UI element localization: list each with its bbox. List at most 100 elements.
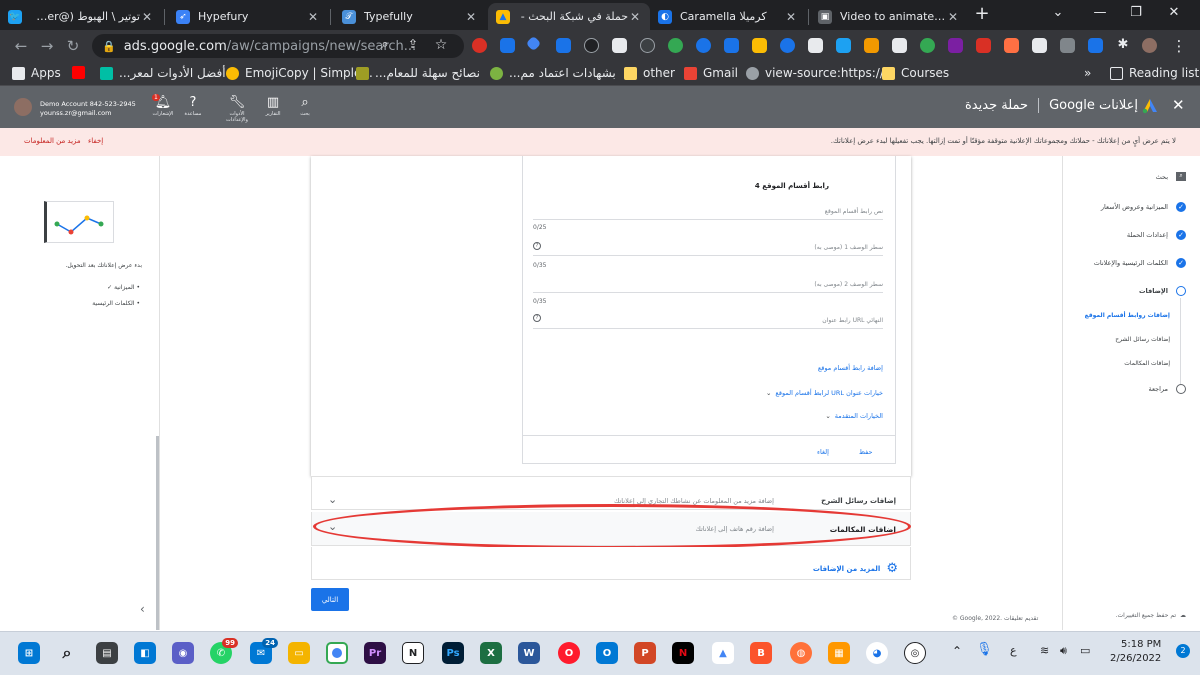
description-1-input[interactable]: سطر الوصف 1 (موصى به)	[533, 244, 883, 256]
bookmark-folder-courses[interactable]: Courses	[882, 66, 949, 80]
whatsapp-icon[interactable]: ✆ 99	[210, 638, 238, 664]
close-icon[interactable]: ✕	[784, 10, 798, 24]
tab-twitter[interactable]: 🐦 توتير \ الهبوط (@anszaher ✕	[0, 3, 162, 30]
extension-icon[interactable]	[808, 38, 823, 53]
final-url-input[interactable]: رابط عنوان URL النهائي	[533, 317, 883, 329]
app-icon[interactable]: ▦	[828, 642, 850, 664]
extension-icon[interactable]	[724, 38, 739, 53]
extension-icon[interactable]	[472, 38, 487, 53]
menu-kebab-icon[interactable]: ⋮	[1170, 37, 1188, 55]
extension-icon[interactable]	[780, 38, 795, 53]
bookmark-tips[interactable]: نصائح سهلة للمعام...	[356, 66, 480, 80]
extension-icon[interactable]	[976, 38, 991, 53]
notification-center-badge[interactable]: 2	[1176, 644, 1190, 658]
bookmark-youtube[interactable]	[72, 66, 91, 79]
tab-google-ads[interactable]: ▲ حملة في شبكة البحث - ✕	[488, 3, 650, 30]
wifi-icon[interactable]: ≋	[1040, 644, 1049, 657]
clock[interactable]: 5:18 PM 2/26/2022	[1110, 638, 1161, 666]
outlook-icon[interactable]: O	[596, 642, 618, 664]
nav-budget[interactable]: الميزانية وعروض الأسعار ✓	[1101, 202, 1186, 212]
reload-icon[interactable]: ↻	[64, 37, 82, 55]
tab-video-gif[interactable]: ▣ Video to animated GIF ✕	[810, 3, 968, 30]
word-icon[interactable]: W	[518, 642, 540, 664]
close-campaign-icon[interactable]: ✕	[1172, 96, 1185, 114]
dismiss-link[interactable]: إخفاء	[88, 137, 103, 145]
file-explorer-icon[interactable]: ▭	[288, 642, 310, 664]
nav-extensions[interactable]: الإضافات	[1139, 286, 1186, 296]
firefox-icon[interactable]: ◍	[790, 642, 812, 664]
more-extensions-row[interactable]: ⚙ المزيد من الإضافات	[311, 547, 911, 580]
microphone-icon[interactable]: 🎙︎	[976, 642, 993, 657]
windows-start-icon[interactable]: ⊞	[18, 642, 40, 664]
bookmark-folder-other[interactable]: other	[624, 66, 675, 80]
extension-icon[interactable]	[948, 38, 963, 53]
input-language[interactable]: ع	[1010, 644, 1017, 657]
search-button[interactable]: ⌕ بحث	[290, 96, 320, 117]
add-sitelink-link[interactable]: إضافة رابط أقسام موقع	[818, 364, 883, 372]
bookmark-emojicopy[interactable]: EmojiCopy | Simple...	[226, 66, 373, 80]
premiere-icon[interactable]: Pr	[364, 642, 386, 664]
maximize-button[interactable]: ❐	[1126, 5, 1146, 20]
extension-icon[interactable]	[1060, 38, 1075, 53]
description-2-input[interactable]: سطر الوصف 2 (موصى به)	[533, 281, 883, 293]
new-tab-button[interactable]: +	[972, 3, 992, 24]
tab-typefully[interactable]: 𝒯 Typefully ✕	[334, 3, 486, 30]
tools-button[interactable]: 🔧︎ الأدوات والإعدادات	[222, 96, 252, 123]
teams-chat-icon[interactable]: ◉	[172, 642, 194, 664]
minimize-button[interactable]: —	[1090, 5, 1110, 20]
bookmark-certificates[interactable]: بشهادات اعتماد مم...	[490, 66, 616, 80]
account-info[interactable]: Demo Account 842-523-2945 younss.zr@gmai…	[40, 100, 136, 118]
bookmarks-overflow-icon[interactable]: »	[1084, 66, 1091, 80]
bookmark-apps[interactable]: Apps	[12, 66, 61, 80]
reports-button[interactable]: ▥ التقارير	[258, 96, 288, 117]
extensions-puzzle-icon[interactable]: ✱	[1114, 37, 1132, 52]
advanced-options-toggle[interactable]: الخيارات المتقدمة ⌄	[825, 412, 883, 420]
twitter-extension-icon[interactable]	[836, 38, 851, 53]
excel-icon[interactable]: X	[480, 642, 502, 664]
search-icon[interactable]: ⌕	[56, 642, 78, 664]
extension-icon[interactable]	[892, 38, 907, 53]
mail-icon[interactable]: ✉ 24	[250, 638, 278, 664]
bookmark-view-source[interactable]: view-source:https://...	[746, 66, 895, 80]
nav-campaign-settings[interactable]: إعدادات الحملة ✓	[1127, 230, 1186, 240]
extension-icon[interactable]	[1004, 38, 1019, 53]
bookmark-tools[interactable]: أفضل الأدوات لمعر...	[100, 66, 226, 80]
obs-icon[interactable]: ◎	[904, 642, 926, 664]
task-view-icon[interactable]: ▤	[96, 642, 118, 664]
forward-icon[interactable]: →	[38, 37, 56, 55]
extension-icon[interactable]	[668, 38, 683, 53]
netflix-icon[interactable]: N	[672, 642, 694, 664]
widgets-icon[interactable]: ◧	[134, 642, 156, 664]
tray-overflow-icon[interactable]: ⌃	[952, 644, 962, 658]
url-options-toggle[interactable]: خيارات عنوان URL لرابط أقسام الموقع ⌄	[766, 389, 883, 397]
translate-extension-icon[interactable]	[556, 38, 571, 53]
tab-caramella[interactable]: ◐ Caramella كرميلا ✕	[650, 3, 806, 30]
footer-copyright[interactable]: © Google, 2022. تقديم تعليقات	[952, 615, 1038, 622]
opera-icon[interactable]: O	[558, 642, 580, 664]
close-icon[interactable]: ✕	[946, 10, 960, 24]
next-button[interactable]: التالي	[311, 588, 349, 611]
tab-hypefury[interactable]: ➶ Hypefury ✕	[168, 3, 328, 30]
notion-icon[interactable]	[1032, 38, 1047, 53]
google-ads-app-icon[interactable]: ▲	[712, 642, 734, 664]
volume-icon[interactable]: 🔊︎	[1060, 644, 1067, 658]
tab-search-chevron-icon[interactable]: ⌄	[1048, 5, 1068, 20]
zoom-search-icon[interactable]: ⌕	[376, 37, 394, 52]
extension-icon[interactable]	[696, 38, 711, 53]
back-icon[interactable]: ←	[12, 37, 30, 55]
share-icon[interactable]: ⇪	[404, 37, 422, 51]
sitelink-text-input[interactable]: نص رابط أقسام الموقع	[533, 208, 883, 220]
palette-icon[interactable]: ◕	[866, 642, 888, 664]
extension-icon[interactable]	[1088, 38, 1103, 53]
extension-icon[interactable]	[752, 38, 767, 53]
bookmark-gmail[interactable]: Gmail	[684, 66, 738, 80]
more-extensions-link[interactable]: ⚙ المزيد من الإضافات	[813, 561, 898, 576]
close-icon[interactable]: ✕	[628, 10, 642, 24]
help-button[interactable]: ? مساعدة	[178, 96, 208, 117]
nav-sub-callouts[interactable]: إضافات رسائل الشرح	[1115, 336, 1170, 343]
more-info-link[interactable]: مزيد من المعلومات	[24, 137, 81, 145]
nav-search[interactable]: بحث ⌕	[1156, 172, 1186, 181]
battery-icon[interactable]: ▭	[1080, 644, 1090, 657]
brave-icon[interactable]: B	[750, 642, 772, 664]
scrollbar-thumb[interactable]	[156, 436, 159, 630]
